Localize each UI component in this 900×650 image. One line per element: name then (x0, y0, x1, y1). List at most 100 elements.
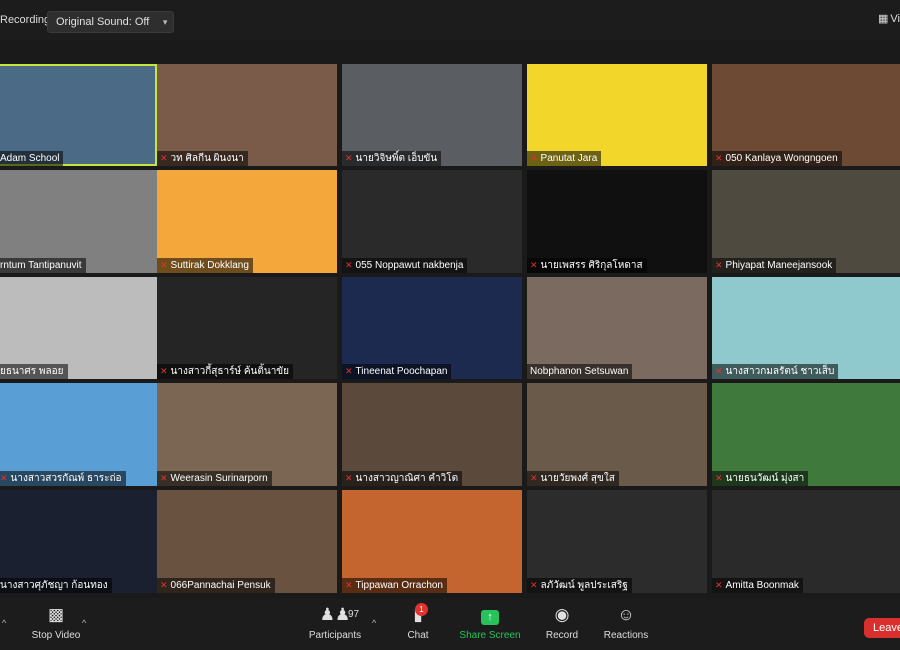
muted-mic-icon: ✕ (715, 580, 723, 590)
leave-button[interactable]: Leave (864, 618, 900, 638)
participant-name-text: Phiyapat Maneejansook (725, 260, 833, 271)
participant-name-label: ✕ 066Pannachai Pensuk (157, 578, 275, 593)
participant-video-tile[interactable]: ✕ 050 Kanlaya Wongngoen (712, 64, 900, 166)
participant-video-tile[interactable]: ✕ นางสาวญาณิศา คำวิโต (342, 383, 522, 486)
participant-video-tile[interactable]: ✕ นายธนวัฒน์ มุ่งสา (712, 383, 900, 486)
participant-video-tile[interactable]: ✕ ลภัวัฒน์ พูลประเสริฐ (527, 490, 707, 593)
participant-video-tile[interactable]: ✕ 055 Noppawut nakbenja (342, 170, 522, 273)
participant-name-text: นางสาวกมลรัตน์ ชาวเส็บ (725, 366, 835, 377)
muted-mic-icon: ✕ (160, 260, 168, 270)
chat-label: Chat (407, 630, 429, 641)
participant-name-label: ✕ 050 Kanlaya Wongngoen (712, 151, 842, 166)
participant-name-label: ✕ Panutat Jara (527, 151, 602, 166)
stop-video-button[interactable]: ▩ Stop Video (28, 604, 84, 641)
muted-mic-icon: ✕ (160, 153, 168, 163)
record-button[interactable]: ◉ Record (540, 604, 584, 641)
view-label: Vi (890, 13, 900, 25)
meeting-top-bar: Recording Original Sound: Off ▾ ▦ Vi (0, 0, 900, 40)
participant-video-tile[interactable]: Nobphanon Setsuwan (527, 277, 707, 379)
original-sound-label: Original Sound: Off (56, 16, 150, 28)
record-label: Record (545, 630, 579, 641)
participant-video-tile[interactable]: ✕ นายวัยพงศ์ สุขใส (527, 383, 707, 486)
participant-name-label: ✕ นางสาวสวรกัณพ์ ธาระถ่อ (0, 471, 126, 486)
participant-video-tile[interactable]: ✕ นางสาวกี้สุธาร์ษ์ ค้นติ้นาขัย (157, 277, 337, 379)
participant-name-label: นางสาวศุภัชญา ก้อนทอง (0, 578, 112, 593)
participant-name-label: rntum Tantipanuvit (0, 258, 86, 273)
participant-name-text: นายธนวัฒน์ มุ่งสา (725, 473, 805, 484)
participant-video-tile[interactable]: ✕ นายเพสรร ศิริกุลโหดาส (527, 170, 707, 273)
participant-name-text: นางสาวศุภัชญา ก้อนทอง (0, 580, 108, 591)
participant-name-text: นางสาวกี้สุธาร์ษ์ ค้นติ้นาขัย (170, 366, 289, 377)
participant-video-tile[interactable]: ✕ นายวิจิษพิ์ต เอ็บขัน (342, 64, 522, 166)
muted-mic-icon: ✕ (530, 153, 538, 163)
muted-mic-icon: ✕ (715, 153, 723, 163)
muted-mic-icon: ✕ (530, 473, 538, 483)
participant-name-label: ✕ นายวิจิษพิ์ต เอ็บขัน (342, 151, 442, 166)
participant-name-text: 066Pannachai Pensuk (170, 580, 271, 591)
video-options-chevron[interactable]: ^ (82, 618, 86, 628)
stop-video-label: Stop Video (31, 630, 81, 641)
participant-video-tile[interactable]: ✕ Tippawan Orrachon (342, 490, 522, 593)
muted-mic-icon: ✕ (345, 366, 353, 376)
participant-video-tile[interactable]: ✕ Phiyapat Maneejansook (712, 170, 900, 273)
participant-name-text: Panutat Jara (540, 153, 598, 164)
participant-name-text: ลภัวัฒน์ พูลประเสริฐ (540, 580, 628, 591)
participant-name-label: ✕ Amitta Boonmak (712, 578, 803, 593)
participant-video-tile[interactable]: ✕ Suttirak Dokklang (157, 170, 337, 273)
muted-mic-icon: ✕ (160, 580, 168, 590)
share-screen-label: Share Screen (459, 630, 521, 641)
meeting-toolbar: ^ ▩ Stop Video ^ ♟♟ 97 Participants ^ ▮ … (0, 598, 900, 650)
participants-options-chevron[interactable]: ^ (372, 618, 376, 628)
chevron-down-icon[interactable]: ▾ (163, 12, 168, 32)
reactions-label: Reactions (603, 630, 649, 641)
participant-name-text: นางสาวญาณิศา คำวิโต (355, 473, 459, 484)
participants-button[interactable]: ♟♟ 97 Participants (303, 604, 367, 641)
participant-name-text: Nobphanon Setsuwan (530, 366, 629, 377)
smiley-plus-icon: ☺ (617, 605, 635, 624)
participant-video-tile[interactable]: ✕ นางสาวสวรกัณพ์ ธาระถ่อ (0, 383, 157, 486)
muted-mic-icon: ✕ (715, 473, 723, 483)
participant-name-label: ✕ นายเพสรร ศิริกุลโหดาส (527, 258, 647, 273)
participant-name-label: ✕ นางสาวกมลรัตน์ ชาวเส็บ (712, 364, 839, 379)
participant-name-text: 050 Kanlaya Wongngoen (725, 153, 838, 164)
chat-button[interactable]: ▮ 1 Chat (398, 603, 438, 641)
participants-label: Participants (308, 630, 362, 641)
participant-video-tile[interactable]: ยธนาศร พลอย (0, 277, 157, 379)
view-button[interactable]: ▦ Vi (878, 12, 900, 25)
participant-name-text: นายเพสรร ศิริกุลโหดาส (540, 260, 643, 271)
participant-name-text: 055 Noppawut nakbenja (355, 260, 464, 271)
muted-mic-icon: ✕ (160, 473, 168, 483)
participant-name-label: ✕ นายวัยพงศ์ สุขใส (527, 471, 619, 486)
muted-mic-icon: ✕ (345, 153, 353, 163)
participant-name-text: นายวัยพงศ์ สุขใส (540, 473, 615, 484)
participant-name-text: Amitta Boonmak (725, 580, 799, 591)
muted-mic-icon: ✕ (0, 473, 8, 483)
participant-video-tile[interactable]: Adam School (0, 64, 157, 166)
muted-mic-icon: ✕ (530, 580, 538, 590)
participant-name-label: ✕ ลภัวัฒน์ พูลประเสริฐ (527, 578, 632, 593)
share-screen-button[interactable]: ↑ Share Screen (458, 604, 522, 641)
participant-video-tile[interactable]: ✕ 066Pannachai Pensuk (157, 490, 337, 593)
participant-video-tile[interactable]: ✕ นางสาวกมลรัตน์ ชาวเส็บ (712, 277, 900, 379)
participant-video-tile[interactable]: ✕ Amitta Boonmak (712, 490, 900, 593)
participant-video-tile[interactable]: ✕ วท ศิลกีน ผินงนา (157, 64, 337, 166)
record-icon: ◉ (554, 605, 570, 624)
participant-name-label: ✕ Suttirak Dokklang (157, 258, 253, 273)
participant-name-text: Adam School (0, 153, 60, 164)
participant-name-label: ✕ Phiyapat Maneejansook (712, 258, 837, 273)
participant-name-text: Tineenat Poochapan (355, 366, 448, 377)
participant-name-text: Tippawan Orrachon (355, 580, 443, 591)
participant-video-tile[interactable]: rntum Tantipanuvit (0, 170, 157, 273)
share-screen-icon: ↑ (481, 610, 499, 625)
muted-mic-icon: ✕ (345, 473, 353, 483)
participant-video-tile[interactable]: ✕ Panutat Jara (527, 64, 707, 166)
original-sound-button[interactable]: Original Sound: Off ▾ (47, 11, 175, 33)
participant-name-label: ✕ 055 Noppawut nakbenja (342, 258, 468, 273)
participant-name-label: Nobphanon Setsuwan (527, 364, 633, 379)
participant-video-tile[interactable]: ✕ Tineenat Poochapan (342, 277, 522, 379)
reactions-button[interactable]: ☺ Reactions (600, 604, 652, 641)
participant-name-label: ✕ นายธนวัฒน์ มุ่งสา (712, 471, 809, 486)
participant-video-tile[interactable]: นางสาวศุภัชญา ก้อนทอง (0, 490, 157, 593)
participant-video-tile[interactable]: ✕ Weerasin Surinarporn (157, 383, 337, 486)
audio-options-chevron[interactable]: ^ (2, 618, 6, 628)
